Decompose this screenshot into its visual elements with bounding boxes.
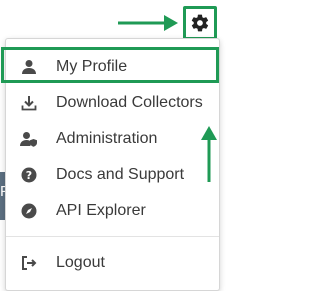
menu-divider [6, 236, 219, 237]
menu-item-label: API Explorer [56, 202, 146, 219]
menu-item-logout[interactable]: Logout [6, 245, 219, 281]
menu-item-administration[interactable]: Administration [6, 121, 219, 157]
settings-dropdown-menu: My Profile Download Collectors Administr… [5, 38, 220, 291]
menu-item-my-profile[interactable]: My Profile [6, 49, 219, 85]
person-icon [20, 58, 38, 76]
annotation-arrow-up [201, 126, 217, 182]
menu-item-label: My Profile [56, 58, 128, 75]
menu-item-api-explorer[interactable]: API Explorer [6, 193, 219, 229]
gear-icon [191, 14, 209, 32]
menu-item-docs-and-support[interactable]: ? Docs and Support [6, 157, 219, 193]
annotation-arrow-right [118, 15, 178, 31]
menu-item-label: Docs and Support [56, 166, 185, 183]
admin-user-icon [20, 130, 38, 148]
menu-item-download-collectors[interactable]: Download Collectors [6, 85, 219, 121]
help-circle-icon: ? [20, 166, 38, 184]
menu-item-label: Download Collectors [56, 94, 203, 111]
logout-icon [20, 254, 38, 272]
svg-text:?: ? [26, 169, 32, 182]
compass-icon [20, 202, 38, 220]
settings-button[interactable] [183, 6, 217, 40]
menu-item-label: Administration [56, 130, 158, 147]
logout-label: Logout [56, 254, 105, 271]
download-icon [20, 94, 38, 112]
